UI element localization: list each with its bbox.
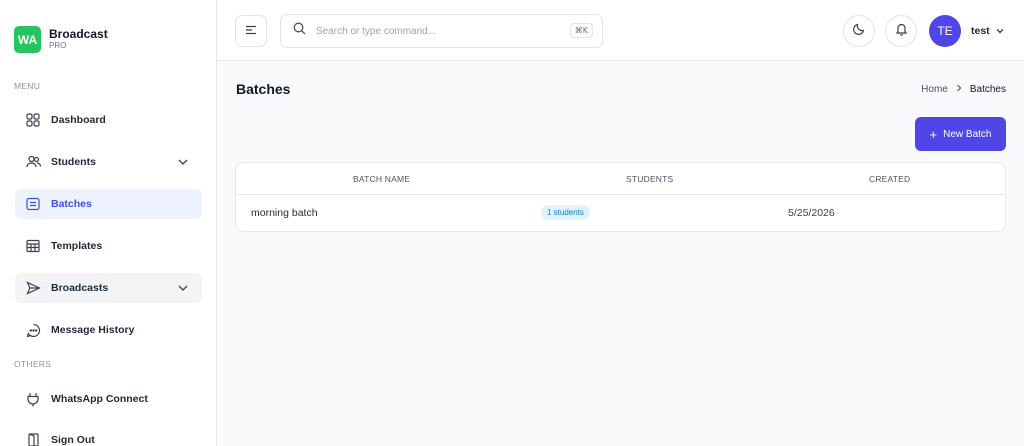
sidebar-item-label: Dashboard [51, 114, 106, 126]
sidebar-item-broadcasts[interactable]: Broadcasts [15, 273, 202, 303]
search-icon [293, 22, 306, 40]
sidebar-item-students[interactable]: Students [15, 147, 202, 177]
username: test [971, 25, 990, 37]
grid-icon [25, 112, 41, 128]
batches-table: BATCH NAME STUDENTS CREATED morning batc… [235, 162, 1006, 232]
new-batch-label: New Batch [943, 128, 992, 140]
sidebar-item-label: Sign Out [51, 434, 95, 446]
sidebar-item-sign-out[interactable]: Sign Out [15, 425, 202, 446]
sidebar-item-whatsapp-connect[interactable]: WhatsApp Connect [15, 384, 202, 414]
sidebar-item-message-history[interactable]: Message History [15, 315, 202, 345]
sidebar-item-dashboard[interactable]: Dashboard [15, 105, 202, 135]
page-title: Batches [236, 81, 291, 97]
search-box[interactable]: ⌘K [280, 14, 603, 48]
sidebar-item-templates[interactable]: Templates [15, 231, 202, 261]
breadcrumb-home[interactable]: Home [921, 84, 948, 95]
send-icon [25, 280, 41, 296]
sidebar: WA Broadcast PRO MENU Dashboard Students… [0, 0, 217, 446]
list-box-icon [25, 196, 41, 212]
avatar[interactable]: TE [929, 15, 961, 47]
shortcut-hint: ⌘K [569, 23, 593, 38]
menu-icon [245, 22, 257, 40]
sidebar-item-label: Templates [51, 240, 103, 252]
moon-icon [852, 22, 866, 40]
breadcrumb-current: Batches [969, 84, 1006, 95]
users-icon [25, 154, 41, 170]
plug-icon [25, 391, 41, 407]
sidebar-item-label: Batches [51, 198, 92, 210]
menu-section-label: MENU [14, 81, 41, 91]
brand[interactable]: WA Broadcast PRO [14, 26, 108, 53]
breadcrumb: Home Batches [921, 84, 1006, 95]
chevron-down-icon[interactable] [176, 155, 190, 169]
menu-toggle-button[interactable] [235, 15, 267, 47]
sidebar-item-label: WhatsApp Connect [51, 393, 148, 405]
bell-icon [895, 22, 908, 41]
user-menu[interactable]: test [971, 25, 1005, 37]
sidebar-item-batches[interactable]: Batches [15, 189, 202, 219]
sidebar-item-label: Students [51, 156, 96, 168]
new-batch-button[interactable]: + New Batch [915, 117, 1006, 151]
notifications-button[interactable] [885, 15, 917, 47]
others-section-label: OTHERS [14, 359, 52, 369]
chevron-down-icon [995, 26, 1005, 36]
table-icon [25, 238, 41, 254]
sidebar-item-label: Broadcasts [51, 282, 109, 294]
column-header-batch-name[interactable]: BATCH NAME [353, 174, 410, 184]
status-badge: 1 students [541, 205, 590, 220]
chat-bubble-icon [25, 322, 41, 338]
header-divider [236, 194, 1005, 195]
cell-batch-name: morning batch [251, 207, 318, 219]
chevron-right-icon [955, 84, 963, 95]
sidebar-item-label: Message History [51, 324, 135, 336]
search-input[interactable] [316, 25, 546, 37]
brand-name: Broadcast [49, 27, 108, 41]
door-icon [25, 432, 41, 446]
cell-created: 5/25/2026 [788, 207, 835, 219]
column-header-students[interactable]: STUDENTS [626, 174, 673, 184]
brand-sub: PRO [49, 41, 67, 50]
column-header-created[interactable]: CREATED [869, 174, 910, 184]
plus-icon: + [929, 126, 938, 142]
chevron-down-icon[interactable] [176, 281, 190, 295]
dark-mode-toggle[interactable] [843, 15, 875, 47]
brand-logo: WA [14, 26, 41, 53]
top-header: ⌘K TE test [218, 0, 1024, 61]
